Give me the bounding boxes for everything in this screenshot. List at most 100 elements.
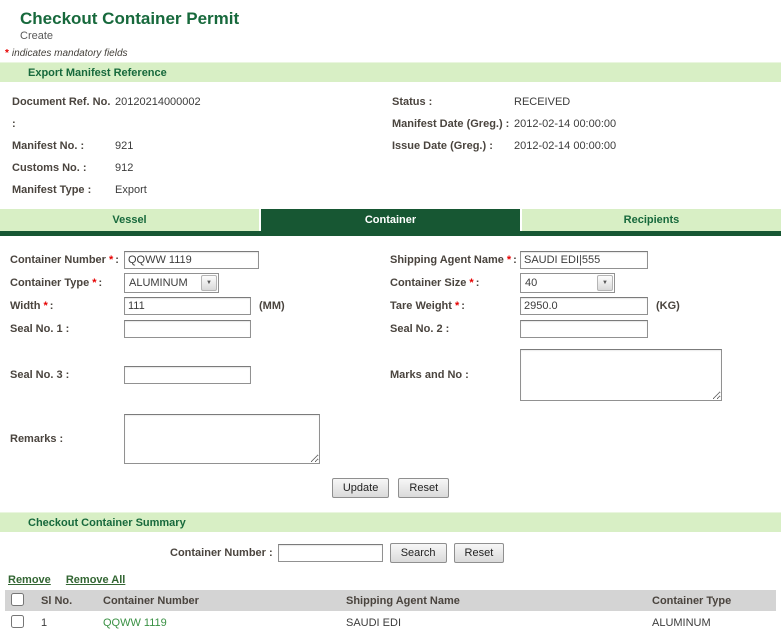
manifest-type-row: Manifest Type : Export [12,179,392,201]
container-type-selected-value: ALUMINUM [125,277,201,289]
form-row-6: Remarks : [0,410,781,468]
reset-button[interactable]: Reset [398,478,449,498]
container-size-label: Container Size*: [390,277,520,289]
remove-links-row: Remove Remove All [0,572,781,590]
form-row-1: Container Number*: Shipping Agent Name*: [0,248,781,271]
width-unit: (MM) [259,300,285,312]
manifest-date-value: 2012-02-14 00:00:00 [514,113,616,135]
seal-no-1-input[interactable] [124,320,251,338]
page-title: Checkout Container Permit [20,9,781,29]
manifest-no-row: Manifest No. : 921 [12,135,392,157]
mandatory-asterisk: * [5,48,9,59]
remove-all-link[interactable]: Remove All [66,574,126,586]
section-header-summary: Checkout Container Summary [0,512,781,532]
issue-date-label: Issue Date (Greg.) : [392,135,514,157]
search-container-number-input[interactable] [278,544,383,562]
required-asterisk: * [92,277,96,289]
width-label: Width*: [10,300,124,312]
document-ref-label: Document Ref. No. : [12,91,115,135]
container-type-select[interactable]: ALUMINUM ▼ [124,273,219,293]
status-label: Status : [392,91,514,113]
tab-recipients[interactable]: Recipients [522,209,781,231]
manifest-no-label: Manifest No. : [12,135,115,157]
issue-date-value: 2012-02-14 00:00:00 [514,135,616,157]
manifest-type-value: Export [115,179,147,201]
table-row: 1 QQWW 1119 SAUDI EDI ALUMINUM [5,611,776,629]
seal-no-3-label: Seal No. 3 : [10,369,124,381]
summary-search-row: Container Number : Search Reset [170,543,781,563]
container-size-select[interactable]: 40 ▼ [520,273,615,293]
form-row-2: Container Type*: ALUMINUM ▼ Container Si… [0,271,781,294]
seal-no-2-input[interactable] [520,320,648,338]
form-row-5: Seal No. 3 : Marks and No : [0,346,781,404]
page-header: Checkout Container Permit Create [0,0,781,42]
manifest-no-value: 921 [115,135,133,157]
row-container-type: ALUMINUM [646,611,776,629]
chevron-down-icon: ▼ [597,275,613,291]
search-button[interactable]: Search [390,543,447,563]
section-header-export-manifest: Export Manifest Reference [0,62,781,82]
seal-no-3-input[interactable] [124,366,251,384]
container-number-input[interactable] [124,251,259,269]
form-row-3: Width*: (MM) Tare Weight*: (KG) [0,294,781,317]
marks-and-no-label: Marks and No : [390,369,520,381]
shipping-agent-name-label: Shipping Agent Name*: [390,254,520,266]
search-container-number-label: Container Number : [170,547,273,559]
width-input[interactable] [124,297,251,315]
page-subtitle: Create [20,30,781,42]
mandatory-note-text: indicates mandatory fields [12,48,128,59]
form-row-4: Seal No. 1 : Seal No. 2 : [0,317,781,340]
remarks-textarea[interactable] [124,414,320,464]
document-ref-row: Document Ref. No. : 20120214000002 [12,91,392,135]
manifest-date-row: Manifest Date (Greg.) : 2012-02-14 00:00… [392,113,781,135]
form-actions: Update Reset [0,478,781,498]
required-asterisk: * [469,277,473,289]
marks-and-no-textarea[interactable] [520,349,722,401]
required-asterisk: * [43,300,47,312]
tare-weight-unit: (KG) [656,300,680,312]
container-number-link[interactable]: QQWW 1119 [103,617,167,629]
required-asterisk: * [507,254,511,266]
customs-no-value: 912 [115,157,133,179]
col-header-container-number: Container Number [97,590,340,611]
mandatory-note: *indicates mandatory fields [0,42,781,62]
col-header-shipping-agent: Shipping Agent Name [340,590,646,611]
manifest-info-left: Document Ref. No. : 20120214000002 Manif… [12,91,392,201]
manifest-info: Document Ref. No. : 20120214000002 Manif… [0,82,781,205]
tare-weight-input[interactable] [520,297,648,315]
status-value: RECEIVED [514,91,570,113]
search-reset-button[interactable]: Reset [454,543,505,563]
row-shipping-agent: SAUDI EDI [340,611,646,629]
seal-no-2-label: Seal No. 2 : [390,323,520,335]
select-all-checkbox[interactable] [11,593,24,606]
row-sl-no: 1 [35,611,97,629]
table-header-row: Sl No. Container Number Shipping Agent N… [5,590,776,611]
shipping-agent-name-input[interactable] [520,251,648,269]
tab-bar: Vessel Container Recipients [0,209,781,231]
manifest-info-right: Status : RECEIVED Manifest Date (Greg.) … [392,91,781,201]
manifest-date-label: Manifest Date (Greg.) : [392,113,514,135]
tab-vessel[interactable]: Vessel [0,209,259,231]
status-row: Status : RECEIVED [392,91,781,113]
chevron-down-icon: ▼ [201,275,217,291]
container-size-selected-value: 40 [521,277,597,289]
seal-no-1-label: Seal No. 1 : [10,323,124,335]
issue-date-row: Issue Date (Greg.) : 2012-02-14 00:00:00 [392,135,781,157]
container-number-label: Container Number*: [10,254,124,266]
required-asterisk: * [109,254,113,266]
row-checkbox-cell [5,611,35,629]
tab-container[interactable]: Container [261,209,520,231]
update-button[interactable]: Update [332,478,389,498]
remarks-label: Remarks : [10,433,124,445]
col-header-sl-no: Sl No. [35,590,97,611]
container-form: Container Number*: Shipping Agent Name*:… [0,236,781,498]
document-ref-value: 20120214000002 [115,91,201,135]
col-header-container-type: Container Type [646,590,776,611]
remove-link[interactable]: Remove [8,574,51,586]
required-asterisk: * [455,300,459,312]
summary-table: Sl No. Container Number Shipping Agent N… [5,590,776,629]
row-checkbox[interactable] [11,615,24,628]
customs-no-label: Customs No. : [12,157,115,179]
tare-weight-label: Tare Weight*: [390,300,520,312]
container-type-label: Container Type*: [10,277,124,289]
